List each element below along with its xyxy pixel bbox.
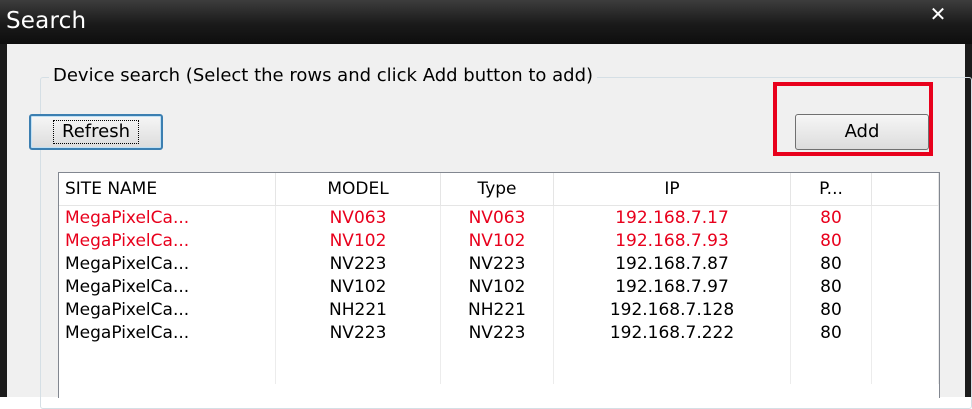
cell-ip: 192.168.7.87 [553,252,791,275]
cell-port: 80 [790,321,872,344]
table-header-row: SITE NAME MODEL Type IP P... [59,173,939,206]
cell-ip: 192.168.7.93 [553,229,791,252]
search-dialog: Search ✕ Device search (Select the rows … [0,0,972,409]
table-row[interactable]: MegaPixelCa... NV102 NV102 192.168.7.93 … [59,229,939,252]
close-icon[interactable]: ✕ [918,2,958,26]
cell-port: 80 [790,205,872,229]
cell-type: NV223 [440,321,554,344]
cell-ip: 192.168.7.128 [553,298,791,321]
window-title: Search [6,8,87,34]
column-header-ip[interactable]: IP [553,173,791,206]
cell-site-name: MegaPixelCa... [59,205,276,229]
column-header-site-name[interactable]: SITE NAME [59,173,276,206]
cell-empty [871,252,939,275]
table-row[interactable]: MegaPixelCa... NV063 NV063 192.168.7.17 … [59,205,939,229]
cell-type: NV063 [440,205,554,229]
device-list[interactable]: SITE NAME MODEL Type IP P... MegaPixelCa… [58,172,940,398]
title-bar[interactable]: Search ✕ [0,0,972,44]
cell-type: NH221 [440,298,554,321]
cell-empty [871,321,939,344]
cell-port: 80 [790,229,872,252]
cell-port: 80 [790,298,872,321]
table-row[interactable]: MegaPixelCa... NV102 NV102 192.168.7.97 … [59,275,939,298]
cell-ip: 192.168.7.222 [553,321,791,344]
cell-type: NV102 [440,229,554,252]
cell-ip: 192.168.7.97 [553,275,791,298]
cell-model: NV223 [275,252,441,275]
table-row[interactable]: MegaPixelCa... NV223 NV223 192.168.7.222… [59,321,939,344]
column-header-model[interactable]: MODEL [275,173,441,206]
cell-model: NH221 [275,298,441,321]
device-table: SITE NAME MODEL Type IP P... MegaPixelCa… [59,173,939,384]
group-label: Device search (Select the rows and click… [49,65,598,86]
cell-site-name: MegaPixelCa... [59,298,276,321]
cell-type: NV102 [440,275,554,298]
cell-empty [871,229,939,252]
cell-model: NV102 [275,229,441,252]
table-empty-area [59,344,939,384]
column-header-port[interactable]: P... [790,173,872,206]
cell-type: NV223 [440,252,554,275]
column-header-extra [871,173,939,206]
cell-ip: 192.168.7.17 [553,205,791,229]
cell-site-name: MegaPixelCa... [59,321,276,344]
cell-site-name: MegaPixelCa... [59,229,276,252]
cell-port: 80 [790,275,872,298]
add-button-annotation-box [773,82,933,156]
refresh-button-label: Refresh [53,120,139,144]
cell-model: NV223 [275,321,441,344]
cell-empty [871,298,939,321]
cell-model: NV102 [275,275,441,298]
cell-site-name: MegaPixelCa... [59,275,276,298]
table-row[interactable]: MegaPixelCa... NH221 NH221 192.168.7.128… [59,298,939,321]
table-row[interactable]: MegaPixelCa... NV223 NV223 192.168.7.87 … [59,252,939,275]
column-header-type[interactable]: Type [440,173,554,206]
cell-port: 80 [790,252,872,275]
cell-empty [871,205,939,229]
cell-model: NV063 [275,205,441,229]
refresh-button[interactable]: Refresh [29,114,163,150]
cell-empty [871,275,939,298]
cell-site-name: MegaPixelCa... [59,252,276,275]
